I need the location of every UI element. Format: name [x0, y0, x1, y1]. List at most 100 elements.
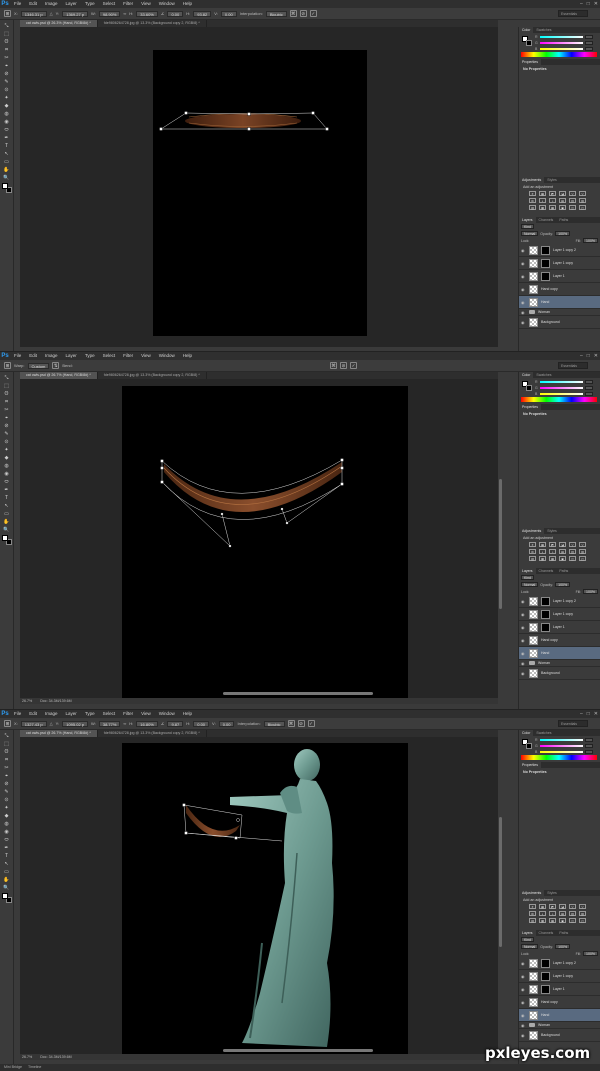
layer-mask-thumbnail[interactable] — [541, 958, 550, 968]
fill-field[interactable]: 100% — [583, 589, 598, 594]
zoom-level[interactable]: 26.7% — [22, 1055, 32, 1059]
adjustment-icon[interactable]: ▦ — [549, 556, 556, 561]
brush-tool-icon[interactable]: ✎ — [3, 79, 11, 86]
adjustment-icon[interactable]: ◩ — [549, 542, 556, 547]
lasso-tool-icon[interactable]: ʘ — [3, 749, 11, 756]
dodge-tool-icon[interactable]: ⬭ — [3, 127, 11, 134]
hand-tool-icon[interactable]: ✋ — [3, 877, 11, 884]
menu-help[interactable]: Help — [179, 352, 196, 360]
layer-row[interactable]: ◉ Hand — [519, 1009, 600, 1022]
tab-styles[interactable]: Styles — [544, 890, 560, 896]
h-field[interactable]: 33.60% — [136, 10, 158, 17]
eye-icon[interactable]: ◉ — [521, 248, 526, 253]
menu-edit[interactable]: Edit — [25, 352, 41, 360]
maximize-icon[interactable]: □ — [587, 1, 590, 7]
brush-tool-icon[interactable]: ✎ — [3, 789, 11, 796]
kind-filter[interactable]: Kind — [521, 575, 535, 580]
menu-view[interactable]: View — [137, 0, 155, 8]
marquee-tool-icon[interactable]: ⬚ — [3, 31, 11, 38]
eye-icon[interactable]: ◉ — [521, 599, 526, 604]
zoom-level[interactable]: 26.7% — [22, 699, 32, 703]
adjustment-icon[interactable]: ▽ — [569, 191, 576, 196]
tab-adjustments[interactable]: Adjustments — [519, 890, 545, 896]
eye-icon[interactable]: ◉ — [521, 287, 526, 292]
layer-row[interactable]: ◉ Layer 1 copy 2 — [519, 595, 600, 608]
move-tool-icon[interactable]: ⤡ — [3, 733, 11, 740]
canvas-area[interactable] — [20, 379, 502, 698]
eyedropper-tool-icon[interactable]: ⌖ — [3, 773, 11, 780]
adjustment-icon[interactable]: ▩ — [539, 205, 546, 210]
marquee-tool-icon[interactable]: ⬚ — [3, 741, 11, 748]
tab-styles[interactable]: Styles — [544, 528, 560, 534]
w-field[interactable]: 98.90% — [98, 10, 121, 17]
eye-icon[interactable]: ◉ — [521, 625, 526, 630]
quick-select-tool-icon[interactable]: ⌗ — [3, 399, 11, 406]
type-tool-icon[interactable]: T — [3, 853, 11, 860]
adjustment-icon[interactable]: ▧ — [579, 198, 586, 203]
workspace-select[interactable]: Essentials — [558, 720, 588, 727]
adjustment-icon[interactable]: ◰ — [579, 205, 586, 210]
layer-row[interactable]: ◉ Woman — [519, 1022, 600, 1029]
menu-view[interactable]: View — [137, 352, 155, 360]
eye-icon[interactable]: ◉ — [521, 261, 526, 266]
document-canvas[interactable] — [153, 50, 367, 336]
adjustment-icon[interactable]: ▤ — [559, 549, 566, 554]
close-icon[interactable]: ✕ — [594, 1, 598, 7]
path-select-icon[interactable]: ↖ — [3, 151, 11, 158]
adjustment-icon[interactable]: ▣ — [559, 918, 566, 923]
layer-row[interactable]: ◉ Hand copy — [519, 996, 600, 1009]
color-spectrum[interactable] — [521, 52, 597, 57]
crop-tool-icon[interactable]: ✂ — [3, 765, 11, 772]
y-field[interactable]: 1369.27 p — [62, 10, 89, 17]
hand-tool-icon[interactable]: ✋ — [3, 519, 11, 526]
menu-window[interactable]: Window — [155, 710, 179, 718]
adjustment-icon[interactable]: ☀ — [529, 904, 536, 909]
type-tool-icon[interactable]: T — [3, 495, 11, 502]
commit-transform-icon[interactable]: ✓ — [309, 10, 317, 17]
adjustment-icon[interactable]: ▣ — [559, 556, 566, 561]
warp-toggle-icon[interactable]: ⌘ — [289, 10, 297, 17]
adjustment-icon[interactable]: ◐ — [539, 549, 546, 554]
adjustment-icon[interactable]: ☀ — [529, 542, 536, 547]
layer-row[interactable]: ◉ Layer 1 copy — [519, 970, 600, 983]
eye-icon[interactable]: ◉ — [521, 612, 526, 617]
eye-icon[interactable]: ◉ — [521, 1000, 526, 1005]
horizontal-scrollbar[interactable] — [223, 692, 373, 695]
adjustment-icon[interactable]: ◐ — [539, 198, 546, 203]
horizontal-scrollbar[interactable] — [223, 1049, 373, 1052]
adjustment-icon[interactable]: ◐ — [539, 911, 546, 916]
healing-tool-icon[interactable]: ⊘ — [3, 423, 11, 430]
menu-image[interactable]: Image — [41, 352, 62, 360]
blend-mode[interactable]: Normal — [521, 582, 539, 587]
layer-row[interactable]: ◉ Layer 1 copy — [519, 257, 600, 270]
kind-filter[interactable]: Kind — [521, 937, 535, 942]
commit-transform-icon[interactable]: ✓ — [307, 720, 315, 727]
kind-filter[interactable]: Kind — [521, 224, 535, 229]
layer-row[interactable]: ◉ Layer 1 — [519, 270, 600, 283]
crop-tool-icon[interactable]: ✂ — [3, 407, 11, 414]
doc-tab-active[interactable]: cat owls.psd @ 26.3% (Hand, RGB/8#) * — [20, 20, 98, 27]
close-icon[interactable]: ✕ — [594, 711, 598, 717]
rotate-field[interactable]: 9.87 — [167, 720, 184, 727]
menu-file[interactable]: File — [10, 710, 25, 718]
fill-field[interactable]: 100% — [583, 951, 598, 956]
gradient-tool-icon[interactable]: ◍ — [3, 821, 11, 828]
menu-image[interactable]: Image — [41, 710, 62, 718]
eraser-tool-icon[interactable]: ◆ — [3, 103, 11, 110]
brush-tool-icon[interactable]: ✎ — [3, 431, 11, 438]
warp-select[interactable]: Custom — [27, 362, 50, 369]
document-canvas[interactable] — [122, 743, 408, 1054]
eyedropper-tool-icon[interactable]: ⌖ — [3, 415, 11, 422]
eye-icon[interactable]: ◉ — [521, 651, 526, 656]
adjustment-icon[interactable]: ▨ — [529, 918, 536, 923]
adjustment-icon[interactable]: ▥ — [569, 198, 576, 203]
orientation-icon[interactable]: ⇅ — [52, 362, 60, 369]
adjustment-icon[interactable]: ▣ — [559, 205, 566, 210]
blur-tool-icon[interactable]: ◉ — [3, 471, 11, 478]
minimize-icon[interactable]: – — [580, 711, 583, 717]
blur-tool-icon[interactable]: ◉ — [3, 119, 11, 126]
rotate-field[interactable]: 0.00 — [167, 10, 184, 17]
adjustment-icon[interactable]: ▦ — [539, 904, 546, 909]
eraser-tool-icon[interactable]: ◆ — [3, 813, 11, 820]
eye-icon[interactable]: ◉ — [521, 961, 526, 966]
